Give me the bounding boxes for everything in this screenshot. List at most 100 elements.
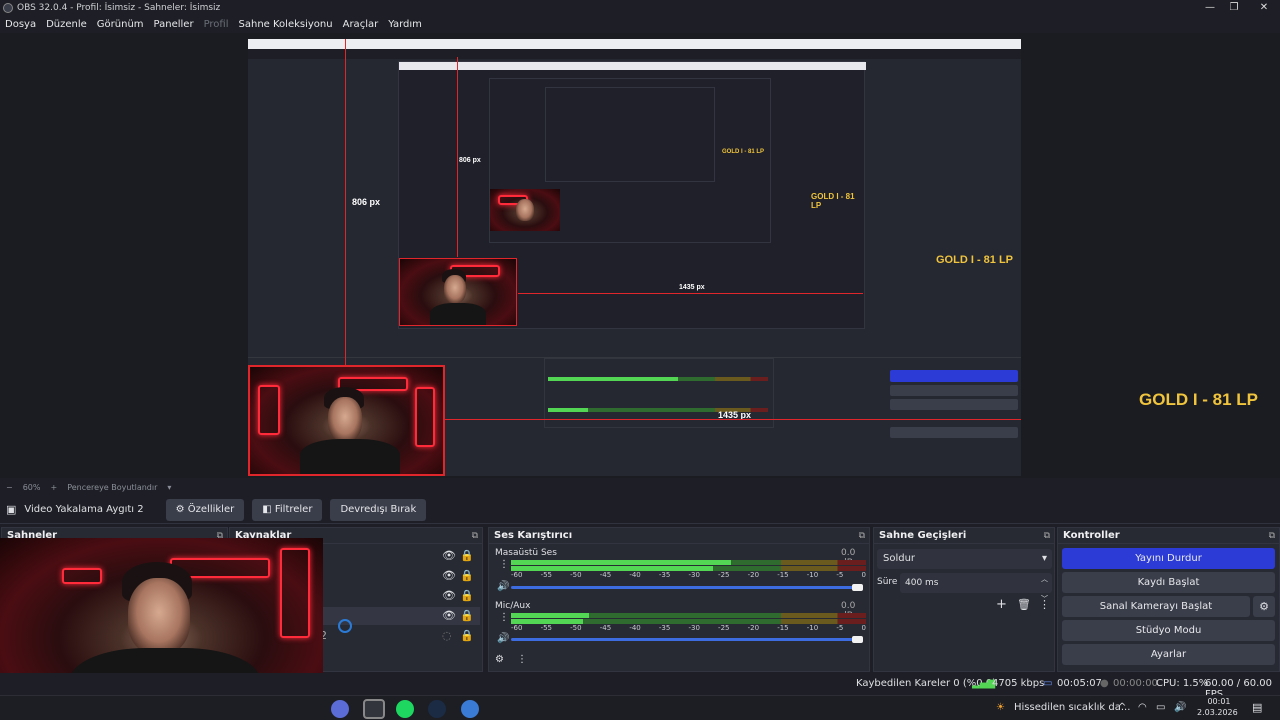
zoom-out-icon[interactable]: − — [6, 483, 13, 492]
tray-chevron-icon[interactable]: ^ — [1118, 702, 1126, 713]
steam-icon[interactable] — [428, 700, 446, 718]
add-icon[interactable]: + — [996, 597, 1007, 612]
mixer-header: Ses Karıştırıcı ⧉ — [489, 528, 869, 544]
spotify-icon[interactable] — [396, 700, 414, 718]
filters-button[interactable]: ◧ Filtreler — [252, 498, 323, 521]
bitrate: 4705 kbps — [992, 678, 1045, 689]
clock-date[interactable]: 2.03.2026 — [1197, 708, 1238, 717]
popout-icon[interactable]: ⧉ — [1044, 528, 1050, 544]
channel-name: Masaüstü Ses — [495, 548, 557, 558]
lock-icon[interactable]: 🔒 — [460, 569, 474, 582]
kebab-menu-icon[interactable]: ⋮ — [499, 559, 509, 570]
speaker-icon[interactable]: 🔊 — [497, 581, 509, 592]
obs-taskbar-icon[interactable] — [363, 699, 385, 719]
popout-icon[interactable]: ⧉ — [1269, 528, 1275, 544]
transition-select[interactable]: Soldur ▾ — [877, 549, 1052, 569]
settings-button[interactable]: Ayarlar — [1062, 644, 1275, 665]
webcam-thumb-3 — [490, 189, 560, 231]
kebab-menu-icon[interactable]: ⋮ — [499, 612, 509, 623]
virtual-cam-settings-icon[interactable]: ⚙ — [1253, 596, 1275, 617]
chevron-down-icon[interactable]: ▾ — [167, 483, 171, 492]
nested-window-titlebar — [248, 39, 1021, 49]
stop-stream-button[interactable]: Yayını Durdur — [1062, 548, 1275, 569]
volume-slider[interactable] — [511, 638, 861, 641]
lock-icon[interactable]: 🔒 — [460, 549, 474, 562]
nested-preview-level-4 — [545, 87, 715, 182]
studio-mode-button[interactable]: Stüdyo Modu — [1062, 620, 1275, 641]
controls-title: Kontroller — [1063, 530, 1120, 541]
obs-logo-icon — [3, 2, 13, 13]
volume-slider[interactable] — [511, 586, 861, 589]
audio-mixer-dock: Ses Karıştırıcı ⧉ Masaüstü Ses 0.0 dB ⋮ -… — [488, 527, 870, 672]
maximize-button[interactable]: ❐ — [1220, 0, 1248, 15]
menu-help[interactable]: Yardım — [383, 19, 427, 30]
lock-icon[interactable]: 🔒 — [460, 629, 474, 642]
cpu-usage: CPU: 1.5% — [1156, 678, 1209, 689]
lock-icon[interactable]: 🔒 — [460, 589, 474, 602]
menu-docks[interactable]: Paneller — [149, 19, 199, 30]
app-icon[interactable] — [461, 700, 479, 718]
kebab-menu-icon[interactable]: ⋮ — [1039, 598, 1050, 611]
battery-icon[interactable]: ▭ — [1156, 702, 1165, 713]
record-icon: ● — [1100, 678, 1109, 689]
selected-source-name: Video Yakalama Aygıtı 2 — [24, 504, 144, 515]
gear-icon: ⚙ — [175, 503, 188, 515]
deactivate-button[interactable]: Devredışı Bırak — [330, 498, 427, 521]
menu-edit[interactable]: Düzenle — [41, 19, 92, 30]
duration-spinbox[interactable]: 400 ms ︿ ﹀ — [900, 573, 1052, 603]
popout-icon[interactable]: ⧉ — [859, 528, 865, 544]
properties-button[interactable]: ⚙ Özellikler — [165, 498, 245, 521]
duration-value: 400 ms — [905, 578, 939, 588]
virtual-cam-button[interactable]: Sanal Kamerayı Başlat — [1062, 596, 1250, 617]
webcam-source-selected[interactable] — [248, 365, 445, 476]
controls-header: Kontroller ⧉ — [1058, 528, 1279, 544]
title-bar: OBS 32.0.4 - Profil: İsimsiz - Sahneler:… — [0, 0, 1280, 15]
browser-icon[interactable] — [331, 700, 349, 718]
source-row[interactable]: 👁 🔒 — [320, 587, 480, 605]
eye-hidden-icon[interactable]: ◌ — [442, 629, 452, 642]
menu-profile[interactable]: Profil — [199, 19, 234, 30]
zoom-in-icon[interactable]: + — [50, 483, 57, 492]
source-row[interactable]: 👁 🔒 — [320, 567, 480, 585]
notification-icon[interactable]: ▤ — [1252, 701, 1262, 714]
menu-file[interactable]: Dosya — [0, 19, 41, 30]
lock-icon[interactable]: 🔒 — [460, 609, 474, 622]
channel-db: 0.0 dB — [841, 601, 856, 621]
cursor-busy-icon — [338, 619, 352, 633]
zoom-bar: − 60% + Pencereye Boyutlandır ▾ — [0, 478, 1280, 496]
gold-overlay-level-2: GOLD I - 81 LP — [811, 192, 855, 210]
close-button[interactable]: ✕ — [1250, 0, 1278, 15]
menu-scene-collection[interactable]: Sahne Koleksiyonu — [234, 19, 338, 30]
eye-icon[interactable]: 👁 — [442, 589, 456, 602]
trash-icon[interactable]: 🗑 — [1017, 598, 1031, 611]
filter-icon: ◧ — [262, 503, 275, 515]
menu-view[interactable]: Görünüm — [92, 19, 149, 30]
measure-horizontal-level-2: 1435 px — [679, 284, 705, 291]
gold-rank-overlay: GOLD I - 81 LP — [1139, 390, 1259, 409]
volume-slider-knob[interactable] — [852, 584, 863, 591]
speaker-icon[interactable]: 🔊 — [497, 633, 509, 644]
volume-slider-knob[interactable] — [852, 636, 863, 643]
volume-tray-icon[interactable]: 🔊 — [1174, 702, 1186, 713]
transitions-title: Sahne Geçişleri — [879, 530, 967, 541]
meter-ticks: -60 -55 -50 -45 -40 -35 -30 -25 -20 -15 -10 -5 0 — [511, 571, 866, 579]
wifi-icon[interactable]: ◠ — [1138, 702, 1147, 713]
source-toolbar: ▣ Video Yakalama Aygıtı 2 ⚙ Özellikler ◧… — [0, 496, 1280, 524]
stream-icon: ▭ — [1043, 678, 1053, 689]
start-record-button[interactable]: Kaydı Başlat — [1062, 572, 1275, 593]
preview-canvas[interactable]: GOLD I - 81 LP GOLD I - 81 LP 806 px 143… — [248, 39, 1021, 476]
menu-tools[interactable]: Araçlar — [338, 19, 384, 30]
clock-time[interactable]: 00:01 — [1203, 697, 1235, 706]
zoom-percent[interactable]: 60% — [23, 483, 41, 492]
weather-text[interactable]: Hissedilen sıcaklık da... — [1014, 702, 1130, 713]
camera-icon: ▣ — [6, 503, 17, 516]
popout-icon[interactable]: ⧉ — [472, 528, 478, 544]
eye-icon[interactable]: 👁 — [442, 569, 456, 582]
source-row[interactable]: 👁 🔒 — [320, 547, 480, 565]
volume-meter-level — [511, 560, 732, 565]
eye-icon[interactable]: 👁 — [442, 609, 456, 622]
mixer-settings-icon[interactable]: ⚙ — [495, 654, 504, 665]
fit-window-label[interactable]: Pencereye Boyutlandır — [67, 483, 157, 492]
kebab-menu-icon[interactable]: ⋮ — [517, 654, 527, 665]
eye-icon[interactable]: 👁 — [442, 549, 456, 562]
